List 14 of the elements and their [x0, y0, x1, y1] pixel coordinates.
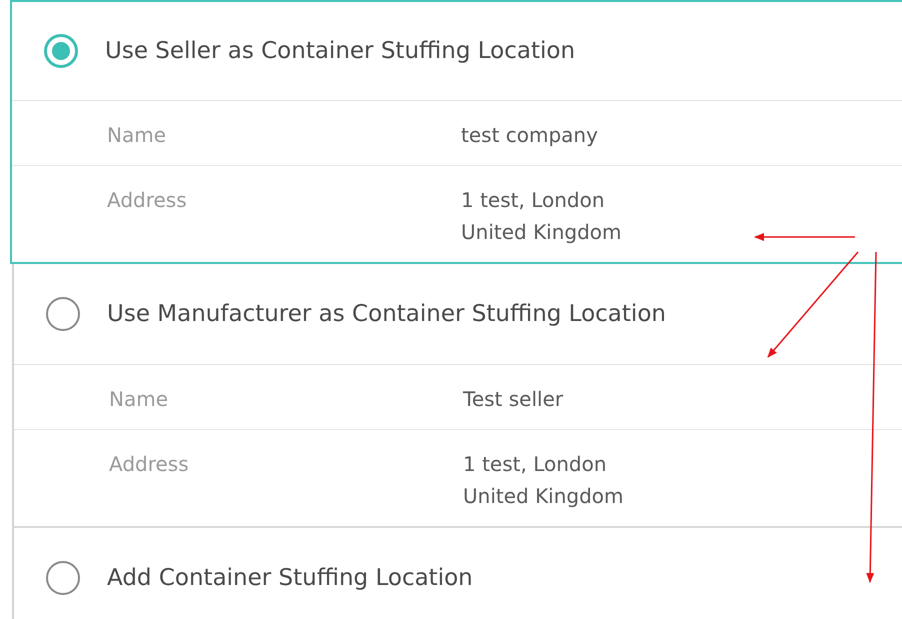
- field-value: Test seller: [463, 386, 564, 413]
- radio-button[interactable]: [46, 297, 80, 331]
- field-value: 1 test, London United Kingdom: [463, 451, 624, 510]
- field-label: Address: [107, 187, 188, 214]
- field-value: 1 test, London United Kingdom: [461, 187, 622, 246]
- field-label: Address: [109, 451, 190, 478]
- radio-button[interactable]: [46, 561, 80, 595]
- field-value: test company: [461, 122, 598, 149]
- radio-button[interactable]: [44, 34, 78, 68]
- option-title: Use Seller as Container Stuffing Location: [105, 38, 576, 64]
- field-label: Name: [107, 122, 168, 149]
- option-title: Add Container Stuffing Location: [107, 565, 473, 591]
- field-label: Name: [109, 386, 170, 413]
- option-title: Use Manufacturer as Container Stuffing Location: [107, 301, 666, 327]
